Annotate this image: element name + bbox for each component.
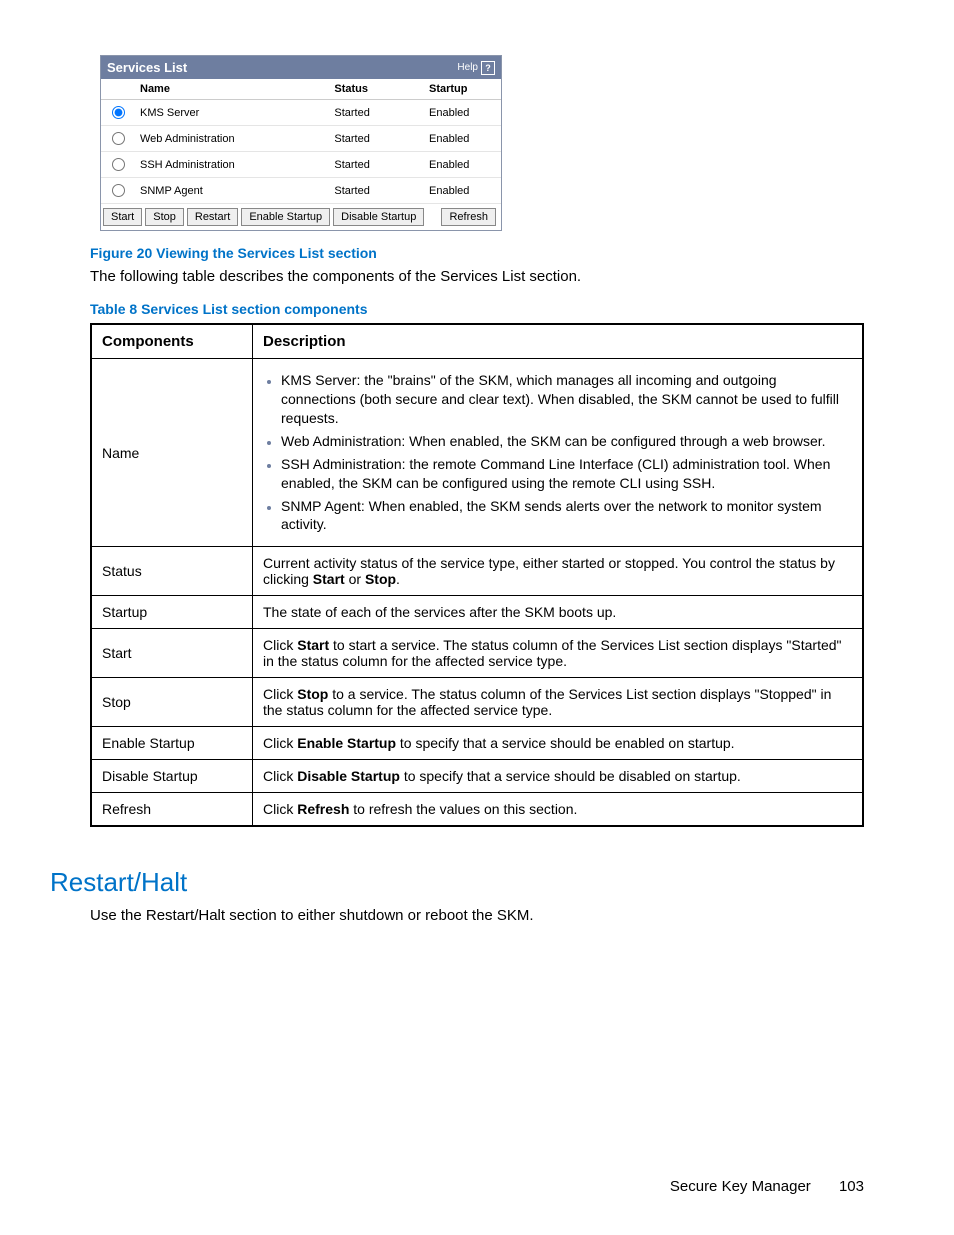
help-icon: ? bbox=[481, 61, 495, 75]
table-row: Disable StartupClick Disable Startup to … bbox=[91, 760, 863, 793]
panel-header: Services List Help ? bbox=[101, 56, 501, 79]
th-status: Status bbox=[328, 79, 423, 100]
help-link[interactable]: Help ? bbox=[457, 61, 495, 75]
stop-button[interactable]: Stop bbox=[145, 208, 184, 226]
service-name: SNMP Agent bbox=[134, 178, 328, 204]
comp-cell: Refresh bbox=[91, 793, 253, 827]
comp-cell: Enable Startup bbox=[91, 727, 253, 760]
table-row: SSH AdministrationStartedEnabled bbox=[101, 152, 501, 178]
table-row: StatusCurrent activity status of the ser… bbox=[91, 547, 863, 596]
table-row: Name KMS Server: the "brains" of the SKM… bbox=[91, 359, 863, 547]
comp-name-cell: Name bbox=[91, 359, 253, 547]
footer-page: 103 bbox=[839, 1178, 864, 1195]
panel-buttons: Start Stop Restart Enable Startup Disabl… bbox=[101, 204, 501, 230]
service-startup: Enabled bbox=[423, 178, 501, 204]
table-row: StartupThe state of each of the services… bbox=[91, 596, 863, 629]
th-components: Components bbox=[91, 324, 253, 359]
comp-cell: Stop bbox=[91, 678, 253, 727]
refresh-button[interactable]: Refresh bbox=[441, 208, 496, 226]
service-status: Started bbox=[328, 126, 423, 152]
list-item: Web Administration: When enabled, the SK… bbox=[281, 432, 852, 451]
table-row: StartClick Start to start a service. The… bbox=[91, 629, 863, 678]
services-list-panel: Services List Help ? Name Status Startup… bbox=[100, 55, 502, 231]
figure-caption: Figure 20 Viewing the Services List sect… bbox=[90, 245, 864, 261]
list-item: KMS Server: the "brains" of the SKM, whi… bbox=[281, 371, 852, 428]
service-name: SSH Administration bbox=[134, 152, 328, 178]
desc-cell: Click Start to start a service. The stat… bbox=[253, 629, 864, 678]
service-status: Started bbox=[328, 100, 423, 126]
table-row: Web AdministrationStartedEnabled bbox=[101, 126, 501, 152]
service-name: Web Administration bbox=[134, 126, 328, 152]
th-name: Name bbox=[134, 79, 328, 100]
help-label: Help bbox=[457, 62, 478, 73]
th-description: Description bbox=[253, 324, 864, 359]
enable-startup-button[interactable]: Enable Startup bbox=[241, 208, 330, 226]
intro-text: The following table describes the compon… bbox=[90, 267, 864, 287]
desc-cell: Current activity status of the service t… bbox=[253, 547, 864, 596]
service-radio[interactable] bbox=[112, 132, 125, 145]
comp-cell: Start bbox=[91, 629, 253, 678]
comp-name-desc: KMS Server: the "brains" of the SKM, whi… bbox=[253, 359, 864, 547]
service-startup: Enabled bbox=[423, 152, 501, 178]
service-radio[interactable] bbox=[112, 158, 125, 171]
service-name: KMS Server bbox=[134, 100, 328, 126]
table-row: Enable StartupClick Enable Startup to sp… bbox=[91, 727, 863, 760]
footer-title: Secure Key Manager bbox=[670, 1178, 811, 1195]
service-status: Started bbox=[328, 152, 423, 178]
disable-startup-button[interactable]: Disable Startup bbox=[333, 208, 424, 226]
restart-button[interactable]: Restart bbox=[187, 208, 238, 226]
table-row: StopClick Stop to a service. The status … bbox=[91, 678, 863, 727]
panel-title: Services List bbox=[107, 60, 187, 75]
service-startup: Enabled bbox=[423, 126, 501, 152]
service-startup: Enabled bbox=[423, 100, 501, 126]
start-button[interactable]: Start bbox=[103, 208, 142, 226]
table-caption: Table 8 Services List section components bbox=[90, 301, 864, 317]
list-item: SSH Administration: the remote Command L… bbox=[281, 455, 852, 493]
table-row: SNMP AgentStartedEnabled bbox=[101, 178, 501, 204]
table-row: RefreshClick Refresh to refresh the valu… bbox=[91, 793, 863, 827]
th-startup: Startup bbox=[423, 79, 501, 100]
service-radio[interactable] bbox=[112, 106, 125, 119]
comp-cell: Startup bbox=[91, 596, 253, 629]
service-radio[interactable] bbox=[112, 184, 125, 197]
components-table: Components Description Name KMS Server: … bbox=[90, 323, 864, 827]
desc-cell: Click Enable Startup to specify that a s… bbox=[253, 727, 864, 760]
page-footer: Secure Key Manager 103 bbox=[670, 1178, 864, 1195]
table-row: KMS ServerStartedEnabled bbox=[101, 100, 501, 126]
list-item: SNMP Agent: When enabled, the SKM sends … bbox=[281, 497, 852, 535]
restart-halt-heading: Restart/Halt bbox=[50, 867, 864, 898]
desc-cell: The state of each of the services after … bbox=[253, 596, 864, 629]
services-table: Name Status Startup KMS ServerStartedEna… bbox=[101, 79, 501, 204]
desc-cell: Click Refresh to refresh the values on t… bbox=[253, 793, 864, 827]
restart-halt-text: Use the Restart/Halt section to either s… bbox=[90, 906, 864, 926]
comp-cell: Status bbox=[91, 547, 253, 596]
desc-cell: Click Disable Startup to specify that a … bbox=[253, 760, 864, 793]
comp-cell: Disable Startup bbox=[91, 760, 253, 793]
service-status: Started bbox=[328, 178, 423, 204]
desc-cell: Click Stop to a service. The status colu… bbox=[253, 678, 864, 727]
